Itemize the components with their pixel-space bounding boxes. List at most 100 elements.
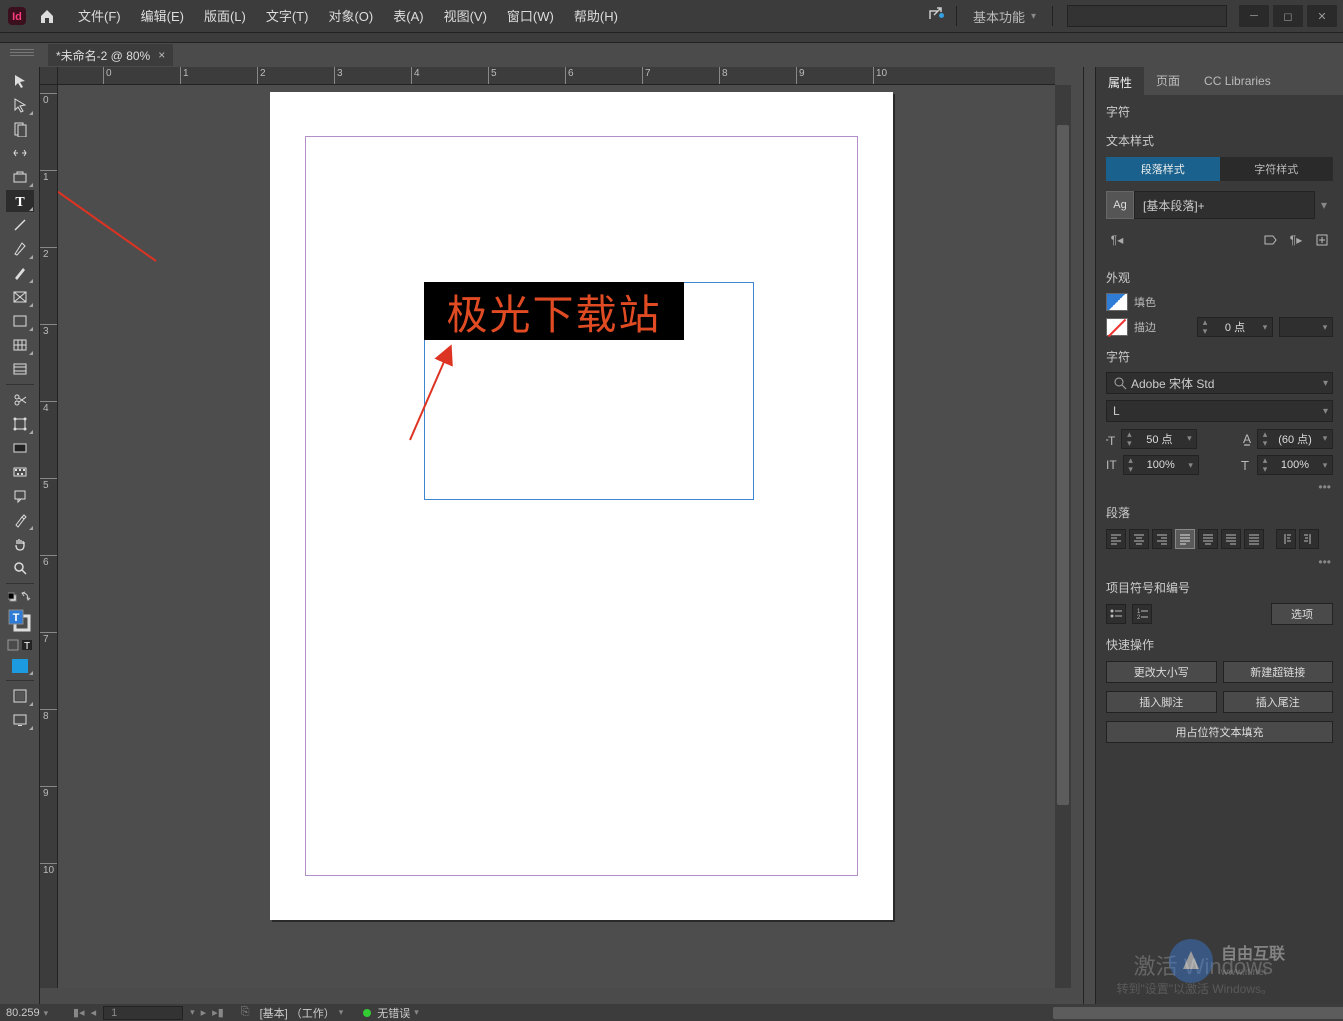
free-transform-tool[interactable] [6, 413, 34, 435]
stroke-weight-input[interactable]: ▴▾0 点▾ [1197, 317, 1273, 337]
new-style-icon[interactable] [1311, 229, 1333, 251]
workspace-switcher[interactable]: 基本功能 ▾ [963, 7, 1046, 26]
grid-tool[interactable] [6, 334, 34, 356]
line-tool[interactable] [6, 214, 34, 236]
menu-help[interactable]: 帮助(H) [564, 0, 628, 33]
page-input[interactable]: 1 [103, 1006, 183, 1020]
menu-file[interactable]: 文件(F) [68, 0, 131, 33]
menu-table[interactable]: 表(A) [383, 0, 433, 33]
paragraph-options-icon[interactable]: ¶◂ [1106, 229, 1128, 251]
text-content[interactable]: 极光下载站 [424, 282, 684, 340]
maximize-button[interactable]: ◻ [1273, 5, 1303, 27]
stroke-style-input[interactable]: ▾ [1279, 317, 1333, 337]
stroke-swatch[interactable] [1106, 318, 1128, 336]
menu-object[interactable]: 对象(O) [318, 0, 383, 33]
preflight-status[interactable]: 无错误 ▾ [363, 1005, 419, 1021]
vscale-input[interactable]: ▴▾100%▾ [1123, 455, 1199, 475]
page[interactable]: 极光下载站 [270, 92, 893, 920]
gradient-feather-tool[interactable] [6, 461, 34, 483]
menu-edit[interactable]: 编辑(E) [131, 0, 194, 33]
numbered-list-icon[interactable]: 12 [1132, 604, 1152, 624]
vertical-ruler[interactable]: 012345678910 [40, 85, 58, 988]
master-page-icon[interactable]: ⎘ [241, 1006, 250, 1019]
clear-override-icon[interactable] [1259, 229, 1281, 251]
search-input[interactable] [1067, 5, 1227, 27]
hand-tool[interactable] [6, 533, 34, 555]
type-tool[interactable]: T [6, 190, 34, 212]
apply-color[interactable] [6, 656, 34, 676]
gap-tool[interactable] [6, 142, 34, 164]
justify-all[interactable] [1244, 529, 1264, 549]
tab-drag-handle[interactable] [4, 46, 44, 64]
eyedropper-tool[interactable] [6, 509, 34, 531]
menu-window[interactable]: 窗口(W) [497, 0, 564, 33]
first-page-icon[interactable]: ▮◂ [73, 1006, 85, 1019]
align-toward-spine[interactable] [1276, 529, 1296, 549]
fill-stroke-swap[interactable] [6, 588, 34, 604]
zoom-tool[interactable] [6, 557, 34, 579]
viewport[interactable]: 极光下载站 [58, 85, 1055, 988]
more-options-icon[interactable]: ••• [1096, 478, 1343, 496]
screen-mode[interactable] [6, 709, 34, 731]
align-away-spine[interactable] [1299, 529, 1319, 549]
layer-indicator[interactable]: [基本] （工作） [260, 1005, 335, 1021]
prev-page-icon[interactable]: ◂ [91, 1006, 97, 1019]
fill-stroke-proxy[interactable]: T [6, 606, 34, 634]
zoom-level[interactable]: 80.259▾ [0, 1007, 60, 1019]
page-tool[interactable] [6, 118, 34, 140]
pen-tool[interactable] [6, 238, 34, 260]
app-icon[interactable]: Id [2, 1, 32, 31]
rectangle-tool[interactable] [6, 310, 34, 332]
justify-center[interactable] [1198, 529, 1218, 549]
style-selector[interactable]: [基本段落]+ [1134, 191, 1315, 219]
change-case-button[interactable]: 更改大小写 [1106, 661, 1217, 683]
last-page-icon[interactable]: ▸▮ [212, 1006, 224, 1019]
next-page-icon[interactable]: ▸ [201, 1006, 207, 1019]
justify-left[interactable] [1175, 529, 1195, 549]
rectangle-frame-tool[interactable] [6, 286, 34, 308]
font-weight-selector[interactable]: L▾ [1106, 400, 1333, 422]
menu-text[interactable]: 文字(T) [256, 0, 319, 33]
right-panel-strip[interactable] [1083, 67, 1095, 1004]
font-family-selector[interactable]: Adobe 宋体 Std▾ [1106, 372, 1333, 394]
new-hyperlink-button[interactable]: 新建超链接 [1223, 661, 1334, 683]
bulleted-list-icon[interactable] [1106, 604, 1126, 624]
scrollbar-thumb[interactable] [1053, 1007, 1343, 1019]
pencil-tool[interactable] [6, 262, 34, 284]
leading-input[interactable]: ▴▾(60 点)▾ [1257, 429, 1333, 449]
note-tool[interactable] [6, 485, 34, 507]
tab-character-style[interactable]: 字符样式 [1220, 157, 1334, 181]
vertical-scrollbar[interactable] [1055, 85, 1071, 988]
horizontal-scrollbar[interactable] [1053, 1005, 1343, 1021]
insert-endnote-button[interactable]: 插入尾注 [1223, 691, 1334, 713]
horizontal-grid-tool[interactable] [6, 358, 34, 380]
document-tab[interactable]: *未命名-2 @ 80% × [48, 44, 173, 66]
menu-view[interactable]: 视图(V) [434, 0, 497, 33]
gradient-swatch-tool[interactable] [6, 437, 34, 459]
chevron-down-icon[interactable]: ▾ [190, 1007, 195, 1018]
justify-right[interactable] [1221, 529, 1241, 549]
hscale-input[interactable]: ▴▾100%▾ [1257, 455, 1333, 475]
options-button[interactable]: 选项 [1271, 603, 1333, 625]
menu-layout[interactable]: 版面(L) [194, 0, 256, 33]
close-button[interactable]: ✕ [1307, 5, 1337, 27]
redefine-style-icon[interactable]: ¶▸ [1285, 229, 1307, 251]
fill-placeholder-button[interactable]: 用占位符文本填充 [1106, 721, 1333, 743]
chevron-down-icon[interactable]: ▾ [1315, 198, 1333, 212]
align-right[interactable] [1152, 529, 1172, 549]
horizontal-ruler[interactable]: 012345678910 [58, 67, 1055, 85]
content-collector-tool[interactable] [6, 166, 34, 188]
tab-cc-libraries[interactable]: CC Libraries [1192, 67, 1283, 95]
scissors-tool[interactable] [6, 389, 34, 411]
tab-close-icon[interactable]: × [158, 48, 165, 62]
scrollbar-thumb[interactable] [1057, 125, 1069, 805]
more-options-icon[interactable]: ••• [1096, 553, 1343, 571]
tab-properties[interactable]: 属性 [1096, 67, 1144, 95]
fill-swatch[interactable] [1106, 293, 1128, 311]
view-mode[interactable] [6, 685, 34, 707]
align-center[interactable] [1129, 529, 1149, 549]
selection-tool[interactable] [6, 70, 34, 92]
minimize-button[interactable]: ─ [1239, 5, 1269, 27]
share-icon[interactable] [920, 7, 950, 25]
direct-selection-tool[interactable] [6, 94, 34, 116]
